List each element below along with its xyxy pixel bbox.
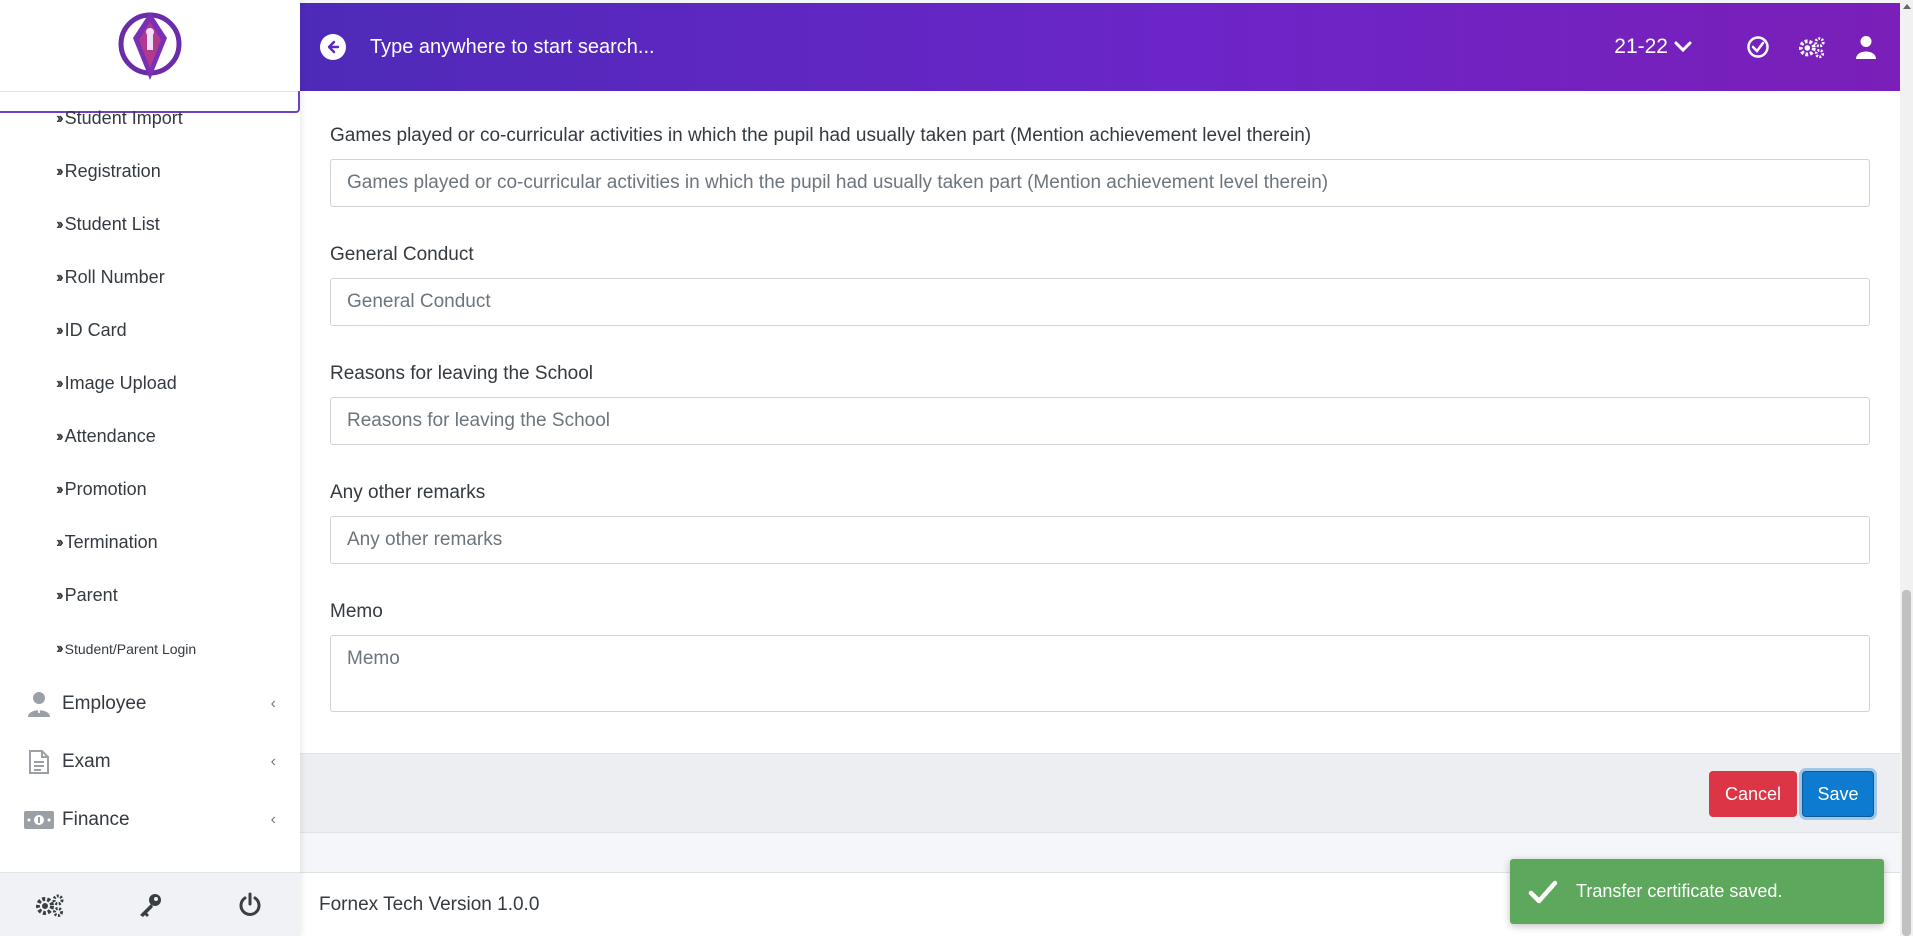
sidebar-item-parent[interactable]: ›› Parent	[0, 569, 300, 622]
sidebar-item-image-upload[interactable]: ›› Image Upload	[0, 357, 300, 410]
toast-message: Transfer certificate saved.	[1576, 881, 1783, 901]
memo-label: Memo	[330, 601, 383, 622]
conduct-field-group: General Conduct General Conduct	[330, 244, 1870, 326]
form-actions: Cancel Save	[300, 753, 1900, 833]
sidebar-item-promotion[interactable]: ›› Promotion	[0, 463, 300, 516]
reasons-label: Reasons for leaving the School	[330, 363, 593, 384]
brand-logo-area[interactable]	[0, 0, 300, 113]
memo-field-group: Memo Memo	[330, 601, 1870, 712]
settings-icon[interactable]	[30, 885, 70, 925]
chevron-left-icon: ‹	[270, 695, 276, 712]
cancel-button[interactable]: Cancel	[1709, 771, 1797, 817]
success-toast[interactable]: Transfer certificate saved.	[1510, 859, 1884, 924]
conduct-label: General Conduct	[330, 244, 474, 265]
sidebar-item-attendance[interactable]: ›› Attendance	[0, 410, 300, 463]
sidebar-item-exam[interactable]: Exam ‹	[0, 733, 300, 791]
student-submenu: ›› Student Import ›› Registration ›› Studen…	[0, 92, 300, 675]
global-search-input[interactable]: Type anywhere to start search...	[370, 36, 1614, 59]
sidebar-main-menu: Employee ‹ Exam ‹ Finance ‹	[0, 675, 300, 849]
remarks-label: Any other remarks	[330, 482, 486, 503]
double-chevron-right-icon: ››	[56, 268, 63, 286]
transfer-certificate-form: Games played or co-curricular activities…	[300, 91, 1900, 753]
chevron-left-icon: ‹	[270, 811, 276, 828]
sidebar-item-student-parent-login[interactable]: ›› Student/Parent Login	[0, 622, 300, 675]
sidebar-nav: ›› Student Import ›› Registration ›› Studen…	[0, 92, 300, 849]
key-icon[interactable]	[130, 885, 170, 925]
checkmark-icon	[1528, 879, 1558, 905]
power-icon[interactable]	[230, 885, 270, 925]
sidebar: ›› Student Import ›› Registration ›› Studen…	[0, 0, 300, 936]
sidebar-item-student-list[interactable]: ›› Student List	[0, 198, 300, 251]
document-icon	[24, 749, 54, 775]
sidebar-item-roll-number[interactable]: ›› Roll Number	[0, 251, 300, 304]
money-icon	[24, 807, 54, 833]
chevron-down-icon	[1674, 41, 1692, 53]
reasons-field-group: Reasons for leaving the School Reasons f…	[330, 363, 1870, 445]
memo-textarea[interactable]: Memo	[330, 635, 1870, 712]
scrollbar-thumb[interactable]	[1902, 590, 1911, 936]
sidebar-item-termination[interactable]: ›› Termination	[0, 516, 300, 569]
employee-icon	[24, 691, 54, 717]
sidebar-item-employee[interactable]: Employee ‹	[0, 675, 300, 733]
sidebar-item-student-import[interactable]: ›› Student Import	[0, 92, 300, 145]
double-chevron-right-icon: ››	[56, 586, 63, 604]
top-header: Type anywhere to start search... 21-22	[300, 3, 1900, 91]
save-button[interactable]: Save	[1802, 771, 1874, 817]
double-chevron-right-icon: ››	[56, 533, 63, 551]
games-label: Games played or co-curricular activities…	[330, 125, 1312, 146]
sidebar-item-finance[interactable]: Finance ‹	[0, 791, 300, 849]
double-chevron-right-icon: ››	[56, 215, 63, 233]
back-arrow-icon[interactable]	[320, 34, 346, 60]
scroll-up-arrow-icon[interactable]	[1903, 4, 1911, 9]
version-text: Fornex Tech Version 1.0.0	[319, 893, 540, 915]
double-chevron-right-icon: ››	[56, 639, 63, 657]
settings-icon[interactable]	[1798, 33, 1826, 61]
games-input[interactable]: Games played or co-curricular activities…	[330, 159, 1870, 207]
chevron-left-icon: ‹	[270, 753, 276, 770]
double-chevron-right-icon: ››	[56, 109, 63, 127]
remarks-input[interactable]: Any other remarks	[330, 516, 1870, 564]
sidebar-item-id-card[interactable]: ›› ID Card	[0, 304, 300, 357]
double-chevron-right-icon: ››	[56, 162, 63, 180]
double-chevron-right-icon: ››	[56, 374, 63, 392]
main-content: Games played or co-curricular activities…	[300, 91, 1900, 936]
sidebar-item-registration[interactable]: ›› Registration	[0, 145, 300, 198]
sidebar-footer	[0, 872, 300, 936]
conduct-input[interactable]: General Conduct	[330, 278, 1870, 326]
check-circle-icon[interactable]	[1744, 33, 1772, 61]
page-scrollbar[interactable]	[1900, 0, 1913, 936]
remarks-field-group: Any other remarks Any other remarks	[330, 482, 1870, 564]
double-chevron-right-icon: ››	[56, 480, 63, 498]
reasons-input[interactable]: Reasons for leaving the School	[330, 397, 1870, 445]
double-chevron-right-icon: ››	[56, 321, 63, 339]
double-chevron-right-icon: ››	[56, 427, 63, 445]
user-icon[interactable]	[1852, 33, 1880, 61]
games-field-group: Games played or co-curricular activities…	[330, 125, 1870, 207]
app-logo-icon	[118, 11, 182, 80]
session-selector[interactable]: 21-22	[1614, 35, 1692, 59]
